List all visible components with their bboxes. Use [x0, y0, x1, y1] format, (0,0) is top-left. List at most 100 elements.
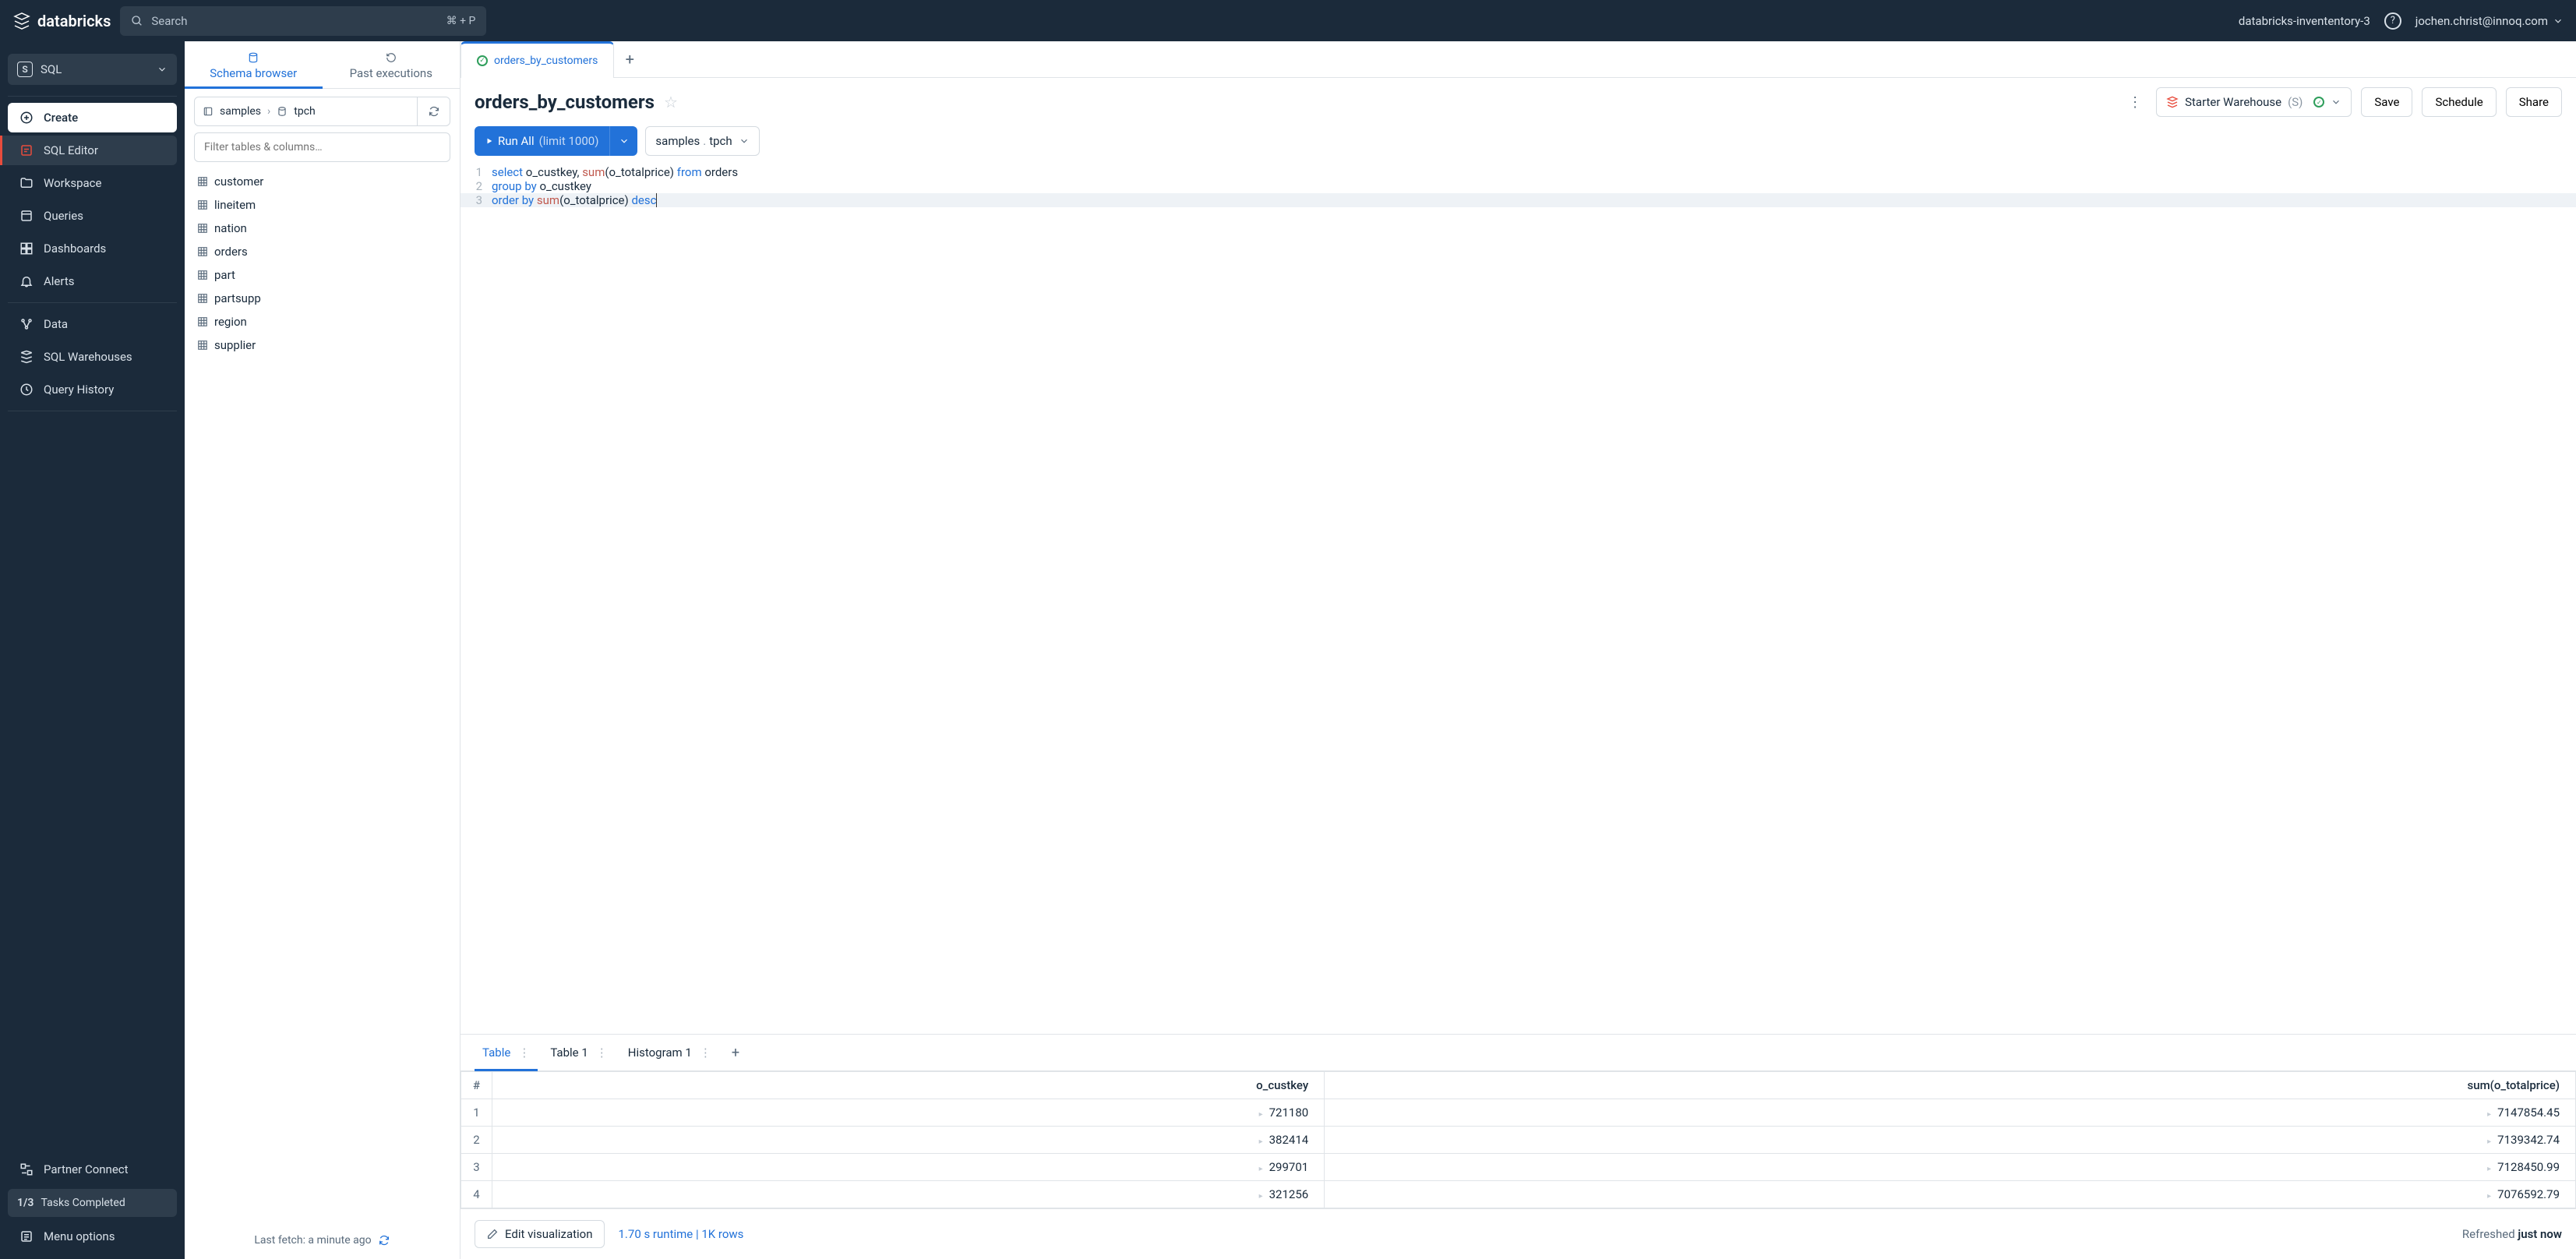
table-icon: [197, 223, 208, 234]
run-label: Run All: [498, 134, 535, 148]
expand-icon[interactable]: ▸: [1259, 1110, 1263, 1119]
table-item[interactable]: part: [194, 263, 450, 287]
table-item[interactable]: customer: [194, 170, 450, 193]
sql-editor-textarea[interactable]: 1select o_custkey, sum(o_totalprice) fro…: [461, 162, 2576, 210]
folder-icon: [19, 176, 34, 190]
schema-refresh-button[interactable]: [418, 97, 450, 126]
dashboard-icon: [19, 242, 34, 256]
run-dropdown-button[interactable]: [609, 126, 637, 156]
menu-icon: [19, 1229, 34, 1243]
tasks-progress[interactable]: 1/3 Tasks Completed: [8, 1189, 177, 1217]
save-button[interactable]: Save: [2361, 87, 2412, 117]
schedule-button[interactable]: Schedule: [2422, 87, 2496, 117]
share-button[interactable]: Share: [2506, 87, 2562, 117]
add-result-tab[interactable]: +: [724, 1045, 747, 1061]
line-number: 2: [461, 179, 492, 193]
query-tab[interactable]: ✓ orders_by_customers: [461, 41, 614, 78]
table-row[interactable]: 1▸721180▸7147854.45: [461, 1099, 2576, 1127]
table-row[interactable]: 4▸321256▸7076592.79: [461, 1181, 2576, 1208]
column-header[interactable]: sum(o_totalprice): [1325, 1072, 2576, 1099]
table-name: partsupp: [214, 291, 261, 305]
result-tab[interactable]: Histogram 1⋮: [620, 1035, 719, 1070]
tab-schema-browser[interactable]: Schema browser: [185, 41, 323, 88]
filter-input-field[interactable]: [204, 141, 440, 153]
row-number: 2: [461, 1127, 492, 1154]
catalog-name: samples: [220, 105, 261, 118]
sidebar-item-queries[interactable]: Queries: [8, 201, 177, 231]
global-search[interactable]: Search ⌘ + P: [120, 6, 486, 36]
user-email: jochen.christ@innoq.com: [2415, 14, 2548, 28]
column-header[interactable]: o_custkey: [492, 1072, 1325, 1099]
runtime-info: 1.70 s runtime | 1K rows: [619, 1227, 744, 1241]
chevron-down-icon: [739, 136, 750, 146]
table-item[interactable]: nation: [194, 217, 450, 240]
table-row[interactable]: 3▸299701▸7128450.99: [461, 1154, 2576, 1181]
persona-switcher[interactable]: S SQL: [8, 54, 177, 85]
ctx-schema: tpch: [709, 134, 732, 148]
expand-icon[interactable]: ▸: [1259, 1192, 1263, 1201]
sidebar-item-menu-options[interactable]: Menu options: [8, 1222, 177, 1251]
sidebar-item-data[interactable]: Data: [8, 309, 177, 339]
favorite-star-icon[interactable]: ☆: [664, 93, 678, 111]
brand-logo[interactable]: databricks: [12, 12, 111, 30]
query-more-menu[interactable]: ⋮: [2123, 94, 2147, 111]
sidebar-item-warehouses[interactable]: SQL Warehouses: [8, 342, 177, 372]
warehouse-selector[interactable]: Starter Warehouse (S) ✓: [2156, 87, 2352, 117]
table-item[interactable]: partsupp: [194, 287, 450, 310]
partner-icon: [19, 1162, 34, 1176]
expand-icon[interactable]: ▸: [2487, 1165, 2491, 1173]
expand-icon[interactable]: ▸: [2487, 1137, 2491, 1146]
result-tab[interactable]: Table 1⋮: [542, 1035, 615, 1070]
sidebar-item-sql-editor[interactable]: SQL Editor: [0, 136, 177, 165]
history-icon: [386, 52, 397, 63]
help-icon[interactable]: ?: [2384, 12, 2401, 30]
sidebar-item-history[interactable]: Query History: [8, 375, 177, 404]
create-button[interactable]: Create: [8, 103, 177, 132]
table-item[interactable]: supplier: [194, 333, 450, 357]
plus-circle-icon: [19, 111, 34, 125]
queries-icon: [19, 209, 34, 223]
table-item[interactable]: lineitem: [194, 193, 450, 217]
sidebar-item-dashboards[interactable]: Dashboards: [8, 234, 177, 263]
edit-icon: [486, 1228, 499, 1240]
run-all-button[interactable]: Run All (limit 1000): [475, 126, 609, 156]
table-item[interactable]: region: [194, 310, 450, 333]
sidebar-item-workspace[interactable]: Workspace: [8, 168, 177, 198]
tasks-fraction: 1/3: [17, 1197, 34, 1209]
code-line: group by o_custkey: [492, 179, 2576, 193]
refresh-icon[interactable]: [378, 1234, 390, 1247]
expand-icon[interactable]: ▸: [1259, 1165, 1263, 1173]
result-tab[interactable]: Table ⋮: [475, 1035, 538, 1070]
table-item[interactable]: orders: [194, 240, 450, 263]
schema-breadcrumb[interactable]: samples › tpch: [194, 97, 418, 126]
user-menu[interactable]: jochen.christ@innoq.com: [2415, 14, 2564, 28]
expand-icon[interactable]: ▸: [2487, 1192, 2491, 1201]
database-icon: [248, 52, 259, 63]
sidebar-item-label: Alerts: [44, 274, 75, 288]
edit-visualization-button[interactable]: Edit visualization: [475, 1220, 605, 1248]
tab-more-icon[interactable]: ⋮: [596, 1046, 608, 1060]
expand-icon[interactable]: ▸: [1259, 1137, 1263, 1146]
table-name: lineitem: [214, 198, 256, 212]
refreshed-status: Refreshed just now: [2462, 1227, 2562, 1241]
tab-more-icon[interactable]: ⋮: [700, 1046, 711, 1060]
sidebar-item-partner-connect[interactable]: Partner Connect: [8, 1155, 177, 1184]
last-fetch-text: Last fetch: a minute ago: [254, 1234, 371, 1247]
tab-past-executions[interactable]: Past executions: [323, 41, 461, 88]
filter-tables-input[interactable]: [194, 132, 450, 162]
tab-more-icon[interactable]: ⋮: [518, 1046, 530, 1060]
schema-context-selector[interactable]: samples . tpch: [645, 126, 759, 156]
search-icon: [131, 15, 143, 27]
add-tab-button[interactable]: +: [614, 41, 645, 77]
warehouse-icon: [19, 350, 34, 364]
warehouse-icon: [2166, 96, 2179, 108]
sidebar-item-label: SQL Warehouses: [44, 350, 132, 364]
column-header[interactable]: #: [461, 1072, 492, 1099]
result-tab-label: Table: [482, 1046, 510, 1060]
table-name: orders: [214, 245, 248, 259]
table-row[interactable]: 2▸382414▸7139342.74: [461, 1127, 2576, 1154]
table-name: nation: [214, 221, 247, 235]
workspace-name[interactable]: databricks-invententory-3: [2239, 14, 2370, 28]
expand-icon[interactable]: ▸: [2487, 1110, 2491, 1119]
sidebar-item-alerts[interactable]: Alerts: [8, 266, 177, 296]
